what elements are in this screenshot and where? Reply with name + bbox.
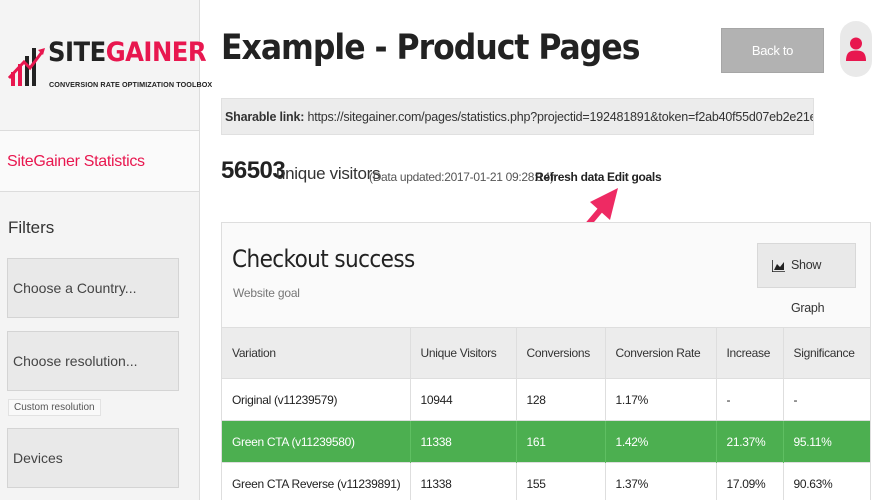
cell-significance: -	[793, 392, 798, 407]
logo-bars-icon	[8, 48, 45, 86]
resolution-select-placeholder: Choose resolution...	[13, 353, 138, 369]
unique-visitors-label: unique visitors	[276, 164, 381, 183]
country-select[interactable]: Choose a Country...	[7, 258, 179, 318]
sharable-link-bar[interactable]: Sharable link: https://sitegainer.com/pa…	[221, 98, 814, 135]
column-header-significance[interactable]: Significance	[783, 327, 870, 379]
back-to-dashboard-button[interactable]: Back to dashboard	[721, 28, 824, 101]
logo-tagline: CONVERSION RATE OPTIMIZATION TOOLBOX	[49, 80, 213, 89]
sharable-link-label: Sharable link:	[225, 110, 305, 124]
goal-title: Checkout success	[232, 245, 415, 273]
table-row[interactable]: Green CTA Reverse (v11239891) 11338 155 …	[222, 462, 870, 500]
table-row[interactable]: Original (v11239579) 10944 128 1.17% - -	[222, 378, 870, 421]
devices-select[interactable]: Devices	[7, 428, 179, 488]
resolution-select[interactable]: Choose resolution...	[7, 331, 179, 391]
user-avatar-button[interactable]	[840, 21, 872, 77]
show-graph-label: Show Graph	[791, 258, 825, 315]
cell-significance: 90.63%	[793, 476, 833, 491]
sidebar: SITEGAINER CONVERSION RATE OPTIMIZATION …	[0, 0, 212, 500]
data-updated-timestamp: (Data updated:2017-01-21 09:28:14)	[369, 170, 554, 184]
cell-variation: Green CTA Reverse (v11239891)	[222, 462, 411, 500]
cell-conversions: 161	[516, 420, 606, 463]
cell-unique-visitors: 11338	[410, 462, 517, 500]
cell-increase: -	[716, 378, 784, 421]
logo-wordmark: SITEGAINER	[48, 37, 207, 68]
area-chart-icon	[772, 260, 785, 272]
cell-conversion-rate: 1.42%	[605, 420, 717, 463]
custom-resolution-link[interactable]: Custom resolution	[8, 399, 101, 416]
sidebar-item-label: SiteGainer Statistics	[7, 153, 145, 170]
show-graph-button[interactable]: Show Graph	[757, 243, 856, 315]
page-title: Example - Product Pages	[221, 28, 640, 68]
column-header-conversions[interactable]: Conversions	[516, 327, 606, 379]
column-header-increase[interactable]: Increase	[716, 327, 784, 379]
cell-conversions: 155	[516, 462, 606, 500]
country-select-placeholder: Choose a Country...	[13, 280, 137, 296]
sidebar-item-statistics[interactable]: SiteGainer Statistics	[0, 130, 199, 192]
cell-increase: 17.09%	[716, 462, 784, 500]
goal-subtitle: Website goal	[233, 286, 300, 300]
cell-conversion-rate: 1.17%	[605, 378, 717, 421]
column-header-conversion-rate[interactable]: Conversion Rate	[605, 327, 717, 379]
table-header-row: Variation Unique Visitors Conversions Co…	[222, 327, 870, 379]
cell-unique-visitors: 10944	[410, 378, 517, 421]
sharable-link-url[interactable]: https://sitegainer.com/pages/statistics.…	[307, 110, 813, 124]
column-header-unique-visitors[interactable]: Unique Visitors	[410, 327, 517, 379]
cell-conversions: 128	[516, 378, 606, 421]
goal-card: Checkout success Website goal Show Graph…	[221, 222, 871, 500]
cell-variation: Original (v11239579)	[222, 378, 411, 421]
table-row-winner[interactable]: Green CTA (v11239580) 11338 161 1.42% 21…	[222, 420, 870, 463]
cell-increase: 21.37%	[716, 420, 784, 463]
sitegainer-logo[interactable]: SITEGAINER CONVERSION RATE OPTIMIZATION …	[8, 36, 212, 96]
cell-unique-visitors: 11338	[410, 420, 517, 463]
user-icon	[846, 37, 866, 61]
filters-heading: Filters	[8, 218, 55, 237]
column-header-variation[interactable]: Variation	[222, 327, 411, 379]
cell-significance: 95.11%	[793, 434, 832, 449]
devices-select-placeholder: Devices	[13, 450, 63, 466]
cell-variation: Green CTA (v11239580)	[222, 420, 411, 463]
cell-conversion-rate: 1.37%	[605, 462, 717, 500]
variations-table: Variation Unique Visitors Conversions Co…	[222, 327, 870, 500]
